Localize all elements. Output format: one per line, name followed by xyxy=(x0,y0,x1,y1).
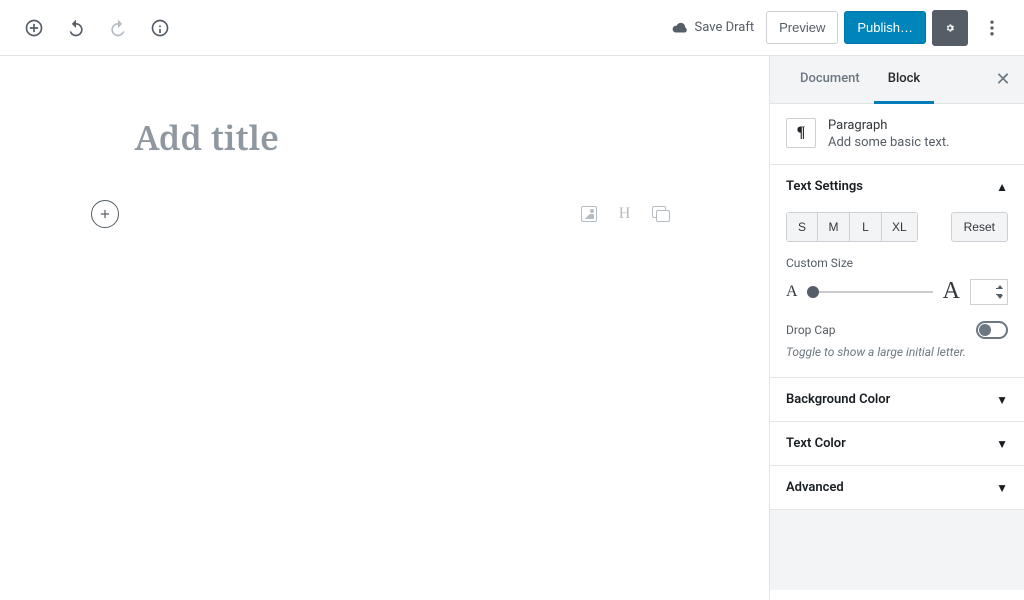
drop-cap-label: Drop Cap xyxy=(786,323,835,337)
custom-size-label: Custom Size xyxy=(786,256,1008,270)
post-title-input[interactable]: Add title xyxy=(85,96,685,196)
undo-button[interactable] xyxy=(58,10,94,46)
sidebar-tabs: Document Block ✕ xyxy=(770,56,1024,104)
save-draft-button[interactable]: Save Draft xyxy=(665,15,761,41)
heading-block-shortcut[interactable]: H xyxy=(615,204,635,224)
publish-button[interactable]: Publish… xyxy=(844,11,926,44)
chevron-down-icon: ▼ xyxy=(996,437,1008,451)
size-s-button[interactable]: S xyxy=(786,212,818,242)
panel-head-bg-color[interactable]: Background Color ▼ xyxy=(770,378,1024,421)
block-type-header: ¶ Paragraph Add some basic text. xyxy=(770,104,1024,165)
letter-a-small-icon: A xyxy=(786,283,798,301)
content-info-button[interactable] xyxy=(142,10,178,46)
panel-head-text-settings[interactable]: Text Settings ▲ xyxy=(770,165,1024,208)
custom-size-slider[interactable] xyxy=(808,282,933,302)
kebab-icon xyxy=(982,18,1002,38)
chevron-down-icon: ▼ xyxy=(996,481,1008,495)
pilcrow-icon: ¶ xyxy=(786,118,816,148)
panel-text-settings: Text Settings ▲ S M L XL Reset Custom Si… xyxy=(770,165,1024,378)
editor-canvas[interactable]: Add title H xyxy=(0,56,769,600)
tab-block[interactable]: Block xyxy=(874,56,934,104)
undo-icon xyxy=(66,18,86,38)
reset-size-button[interactable]: Reset xyxy=(951,212,1008,242)
more-menu-button[interactable] xyxy=(974,10,1010,46)
font-size-presets: S M L XL xyxy=(786,212,918,242)
block-type-desc: Add some basic text. xyxy=(828,135,950,150)
plus-icon xyxy=(98,207,112,221)
panel-text-color: Text Color ▼ xyxy=(770,422,1024,466)
toolbar-left xyxy=(10,10,178,46)
chevron-down-icon: ▼ xyxy=(996,393,1008,407)
block-type-title: Paragraph xyxy=(828,118,950,133)
custom-size-input[interactable] xyxy=(970,279,1008,305)
default-block-appender: H xyxy=(85,196,685,232)
letter-a-large-icon: A xyxy=(943,278,960,305)
tab-document[interactable]: Document xyxy=(786,56,874,104)
save-draft-label: Save Draft xyxy=(695,20,755,35)
panel-head-text-color[interactable]: Text Color ▼ xyxy=(770,422,1024,465)
size-l-button[interactable]: L xyxy=(850,212,882,242)
preview-button[interactable]: Preview xyxy=(766,11,838,44)
panel-background-color: Background Color ▼ xyxy=(770,378,1024,422)
toolbar-right: Save Draft Preview Publish… xyxy=(665,10,1014,46)
size-xl-button[interactable]: XL xyxy=(882,212,918,242)
gear-icon xyxy=(945,19,955,37)
panel-advanced: Advanced ▼ xyxy=(770,466,1024,510)
drop-cap-description: Toggle to show a large initial letter. xyxy=(786,345,1008,359)
chevron-up-icon: ▲ xyxy=(996,180,1008,194)
panel-head-advanced[interactable]: Advanced ▼ xyxy=(770,466,1024,509)
quick-insert-icons: H xyxy=(579,204,685,224)
redo-button[interactable] xyxy=(100,10,136,46)
plus-circle-icon xyxy=(24,18,44,38)
gallery-block-shortcut[interactable] xyxy=(651,204,671,224)
settings-toggle-button[interactable] xyxy=(932,10,968,46)
close-sidebar-button[interactable]: ✕ xyxy=(988,65,1018,95)
size-m-button[interactable]: M xyxy=(818,212,850,242)
block-inserter-button[interactable] xyxy=(91,200,119,228)
cloud-icon xyxy=(671,19,689,37)
sidebar-footer-space xyxy=(770,510,1024,590)
redo-icon xyxy=(108,18,128,38)
settings-sidebar: Document Block ✕ ¶ Paragraph Add some ba… xyxy=(769,56,1024,600)
add-block-button[interactable] xyxy=(16,10,52,46)
top-toolbar: Save Draft Preview Publish… xyxy=(0,0,1024,56)
image-block-shortcut[interactable] xyxy=(579,204,599,224)
drop-cap-toggle[interactable] xyxy=(976,321,1008,339)
info-icon xyxy=(150,18,170,38)
